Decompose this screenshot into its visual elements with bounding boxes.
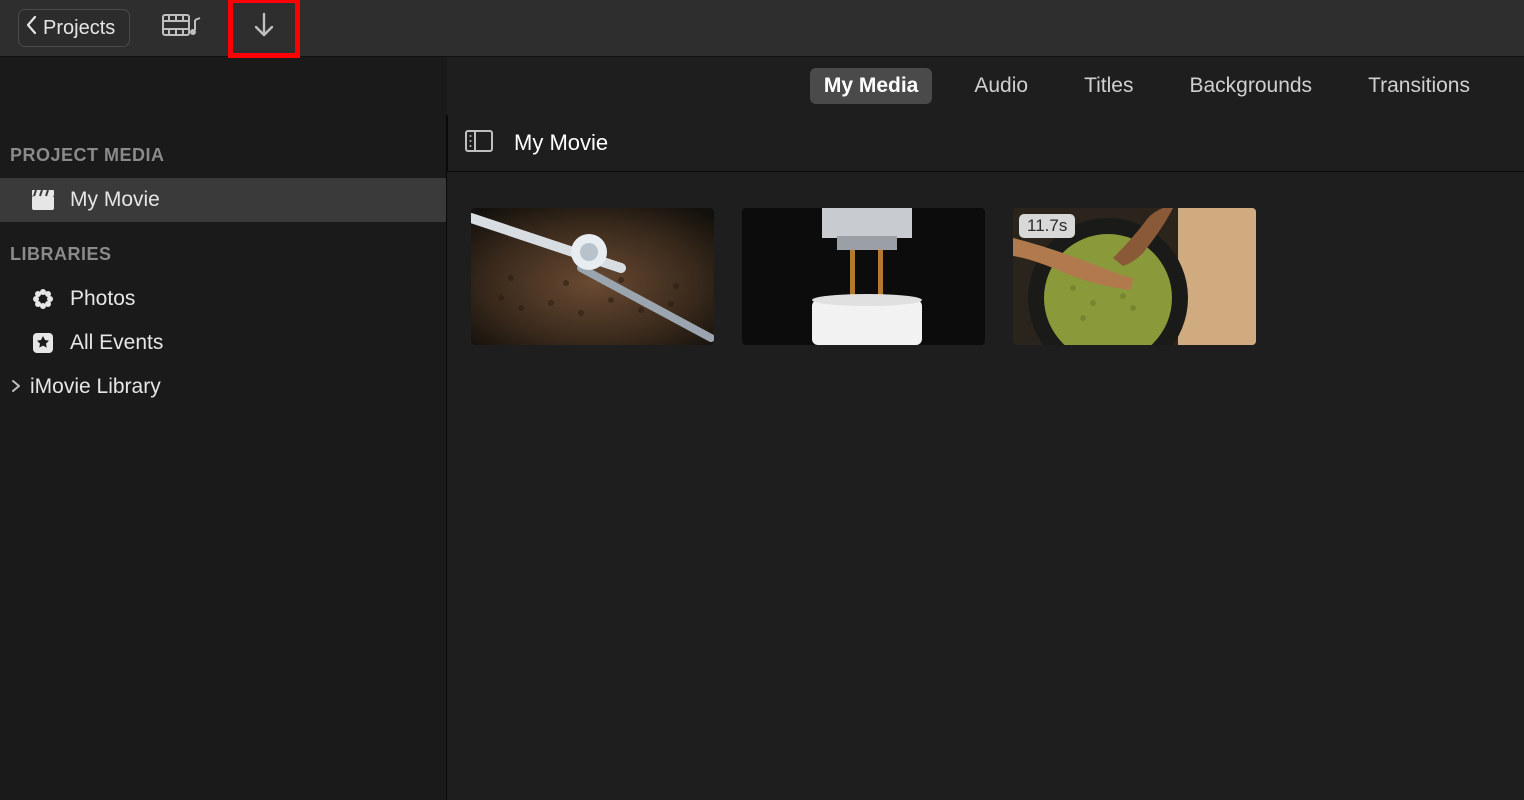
tab-my-media[interactable]: My Media <box>810 68 933 104</box>
sidebar-header-libraries: LIBRARIES <box>0 236 446 277</box>
tab-label: My Media <box>824 74 919 97</box>
tab-backgrounds[interactable]: Backgrounds <box>1175 68 1326 104</box>
clip-grid: 11.7s <box>447 172 1524 381</box>
sidebar-item-label: My Movie <box>70 188 160 212</box>
sidebar-item-my-movie[interactable]: My Movie <box>0 178 446 222</box>
projects-back-button[interactable]: Projects <box>18 9 130 47</box>
thumbnail-image <box>471 208 714 345</box>
sidebar: PROJECT MEDIA My Movie LIBRARIES <box>0 115 447 800</box>
sidebar-toggle-button[interactable] <box>464 128 494 158</box>
media-browser-button[interactable] <box>162 8 202 48</box>
sidebar-header-project-media: PROJECT MEDIA <box>0 137 446 178</box>
chevron-right-icon <box>10 375 26 399</box>
download-arrow-icon <box>250 11 278 46</box>
tab-label: Audio <box>974 74 1028 97</box>
clip-thumbnail[interactable] <box>742 208 985 345</box>
clapperboard-icon <box>30 189 56 211</box>
media-tabstrip: My Media Audio Titles Backgrounds Transi… <box>0 57 1524 115</box>
flower-icon <box>30 287 56 311</box>
projects-label: Projects <box>43 17 115 40</box>
tab-titles[interactable]: Titles <box>1070 68 1147 104</box>
sidebar-item-label: Photos <box>70 287 135 311</box>
tab-label: Titles <box>1084 74 1133 97</box>
sidebar-library-root[interactable]: iMovie Library <box>0 365 446 409</box>
content-title: My Movie <box>514 130 608 156</box>
content-pane: My Movie <box>447 115 1524 800</box>
tab-label: Backgrounds <box>1189 74 1312 97</box>
sidebar-item-label: All Events <box>70 331 163 355</box>
sidebar-item-photos[interactable]: Photos <box>0 277 446 321</box>
clip-duration-badge: 11.7s <box>1019 214 1075 238</box>
thumbnail-image <box>742 208 985 345</box>
filmstrip-note-icon <box>162 12 202 45</box>
sidebar-library-label: iMovie Library <box>30 375 161 399</box>
chevron-left-icon <box>25 15 43 41</box>
sidebar-item-all-events[interactable]: All Events <box>0 321 446 365</box>
clip-thumbnail[interactable] <box>471 208 714 345</box>
import-media-button[interactable] <box>228 0 300 58</box>
clip-thumbnail[interactable]: 11.7s <box>1013 208 1256 345</box>
sidebar-cap <box>0 57 447 115</box>
panel-layout-icon <box>465 130 493 157</box>
tab-label: Transitions <box>1368 74 1470 97</box>
star-square-icon <box>30 331 56 355</box>
tab-audio[interactable]: Audio <box>960 68 1042 104</box>
content-header: My Movie <box>447 115 1524 172</box>
top-toolbar: Projects <box>0 0 1524 57</box>
tab-transitions[interactable]: Transitions <box>1354 68 1484 104</box>
